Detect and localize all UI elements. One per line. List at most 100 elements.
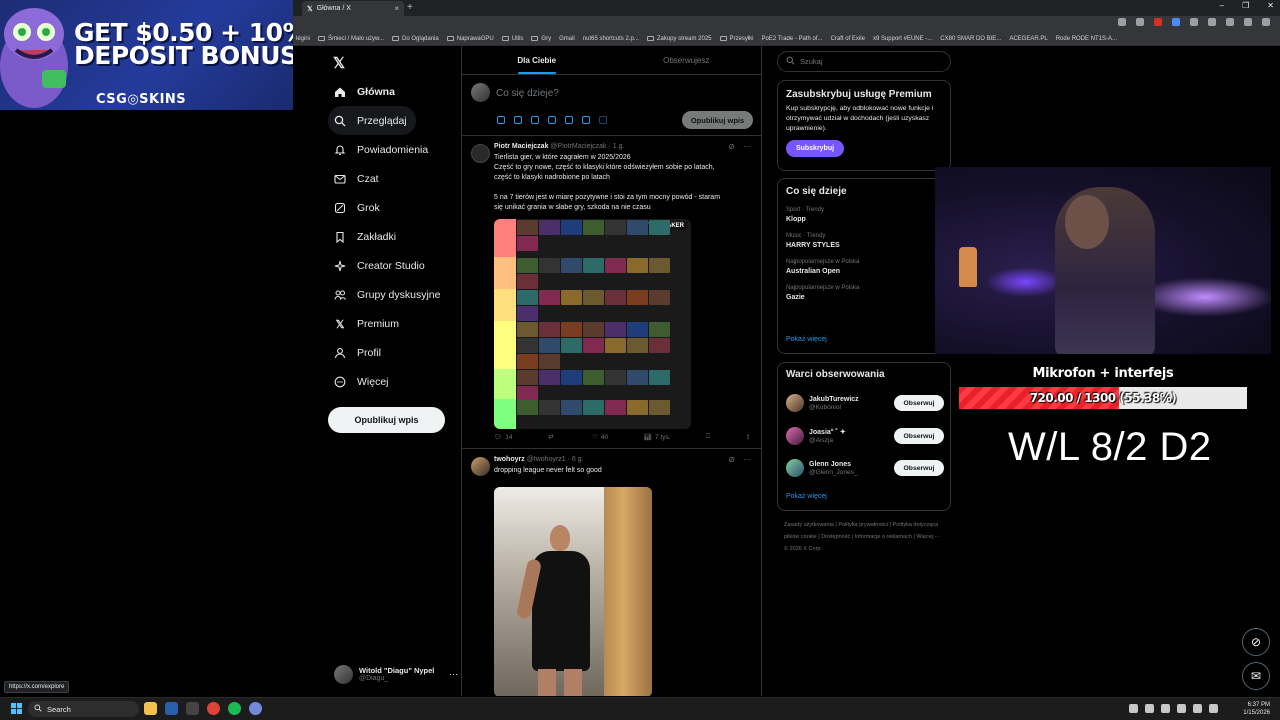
poll-icon[interactable] bbox=[548, 116, 556, 124]
tweet[interactable]: Piotr Maciejczak @PiotrMaciejczak · 1 g.… bbox=[462, 136, 761, 449]
grok-icon[interactable] bbox=[531, 116, 539, 124]
bookmark-folder[interactable]: Zakupy stream 2025 bbox=[646, 36, 712, 42]
trend-item[interactable]: Sport · Trendy Klopp bbox=[786, 207, 942, 223]
sidebar-item-premium[interactable]: 𝕏 Premium bbox=[328, 310, 468, 339]
bookmark-folder[interactable]: Utils bbox=[501, 36, 523, 42]
emoji-icon[interactable] bbox=[565, 116, 573, 124]
tweet-photo[interactable] bbox=[494, 487, 652, 696]
tweet-handle[interactable]: @PiotrMaciejczak · 1 g. bbox=[550, 143, 624, 150]
star-icon[interactable] bbox=[1136, 18, 1144, 26]
bookmark[interactable]: CX80 SMAR DO BIE... bbox=[940, 36, 1001, 42]
messages-floating-button[interactable]: ✉ bbox=[1242, 662, 1270, 690]
account-switcher[interactable]: Witold "Diagu" Nypel @Diagu_ ··· bbox=[334, 661, 458, 687]
chrome-icon[interactable] bbox=[207, 702, 220, 715]
sidebar-item-communities[interactable]: Grupy dyskusyjne bbox=[328, 281, 468, 310]
share-icon[interactable]: ⇪ bbox=[746, 433, 751, 441]
bookmark[interactable]: légini bbox=[296, 36, 310, 42]
follow-button[interactable]: Obserwuj bbox=[894, 460, 944, 476]
tweet-handle[interactable]: @twohoyrz1 · 6 g. bbox=[527, 456, 584, 463]
browser-tab[interactable]: 𝕏 Główna / X × bbox=[302, 1, 404, 16]
subscribe-button[interactable]: Subskrybuj bbox=[786, 140, 844, 157]
bookmark-folder[interactable]: Do Oglądania bbox=[392, 36, 439, 42]
sidebar-item-more[interactable]: Więcej bbox=[328, 368, 468, 397]
profile-icon[interactable] bbox=[1244, 18, 1252, 26]
tray-app-icon[interactable] bbox=[1161, 704, 1170, 713]
sidebar-item-creator-studio[interactable]: Creator Studio bbox=[328, 252, 468, 281]
location-icon[interactable] bbox=[599, 116, 607, 124]
tab-following[interactable]: Obserwujesz bbox=[612, 46, 762, 74]
avatar[interactable] bbox=[471, 144, 490, 163]
bookmark-folder[interactable]: Przesyłki bbox=[719, 36, 754, 42]
tray-app-icon[interactable] bbox=[1145, 704, 1154, 713]
x-logo[interactable]: 𝕏 bbox=[333, 54, 345, 72]
bookmark-folder[interactable]: Gry bbox=[531, 36, 551, 42]
schedule-icon[interactable] bbox=[582, 116, 590, 124]
grok-icon[interactable]: ⊘ bbox=[728, 142, 735, 151]
app-icon[interactable] bbox=[186, 702, 199, 715]
post-button[interactable]: Opublikuj wpis bbox=[328, 407, 445, 433]
bookmark[interactable]: nut65 shortcuts 2.p... bbox=[583, 36, 639, 42]
extension-red-icon[interactable] bbox=[1154, 18, 1162, 26]
views-button[interactable]: 📊︎ 7 tys. bbox=[644, 433, 671, 442]
image-icon[interactable] bbox=[497, 116, 505, 124]
file-explorer-icon[interactable] bbox=[144, 702, 157, 715]
close-window-button[interactable]: ✕ bbox=[1267, 1, 1274, 10]
follow-button[interactable]: Obserwuj bbox=[894, 428, 944, 444]
tab-close-icon[interactable]: × bbox=[394, 4, 399, 13]
new-tab-button[interactable]: + bbox=[407, 2, 413, 13]
avatar[interactable] bbox=[471, 457, 490, 476]
grok-floating-button[interactable]: ⊘ bbox=[1242, 628, 1270, 656]
trend-item[interactable]: Music · Trendy HARRY STYLES bbox=[786, 233, 942, 249]
system-clock[interactable]: 6:37 PM 1/15/2026 bbox=[1243, 701, 1270, 717]
bookmark-folder[interactable]: Śmieci / Mało używ... bbox=[318, 36, 384, 42]
shield-icon[interactable] bbox=[1172, 18, 1180, 26]
tier-list-image[interactable]: TIERMAKER bbox=[494, 219, 691, 429]
discord-icon[interactable] bbox=[249, 702, 262, 715]
bookmark[interactable]: PoE2 Trade - Path of... bbox=[762, 36, 823, 42]
trend-item[interactable]: Najpopularniejsze w Polska Gazie bbox=[786, 285, 942, 301]
bookmark[interactable]: Rode RODE NT1S-A... bbox=[1056, 36, 1117, 42]
grok-icon[interactable]: ⊘ bbox=[728, 455, 735, 464]
sidebar-item-home[interactable]: Główna bbox=[328, 77, 468, 106]
gif-icon[interactable] bbox=[514, 116, 522, 124]
chevron-up-icon[interactable] bbox=[1129, 704, 1138, 713]
follow-button[interactable]: Obserwuj bbox=[894, 395, 944, 411]
volume-icon[interactable] bbox=[1209, 704, 1218, 713]
extension-icon[interactable] bbox=[1190, 18, 1198, 26]
more-icon[interactable]: ··· bbox=[743, 455, 751, 464]
tweet-author[interactable]: twohoyrz bbox=[494, 456, 525, 463]
footer-links[interactable]: Zasady użytkowania | Polityka prywatnośc… bbox=[784, 519, 944, 555]
more-icon[interactable]: ··· bbox=[743, 142, 751, 151]
bookmark[interactable]: ACEGEAR.PL bbox=[1009, 36, 1047, 42]
show-more-trends-link[interactable]: Pokaż więcej bbox=[786, 336, 827, 343]
tray-app-icon[interactable] bbox=[1177, 704, 1186, 713]
follow-suggestion[interactable]: Joasia° ˚ ✦ @Aiszja Obserwuj bbox=[786, 424, 944, 448]
windows-start-icon[interactable] bbox=[11, 703, 22, 714]
maximize-button[interactable]: ❐ bbox=[1242, 1, 1249, 10]
tweet-author[interactable]: Piotr Maciejczak bbox=[494, 143, 548, 150]
tab-for-you[interactable]: Dla Ciebie bbox=[462, 46, 612, 74]
network-icon[interactable] bbox=[1193, 704, 1202, 713]
menu-icon[interactable] bbox=[1262, 18, 1270, 26]
ad-banner[interactable]: GET $0.50 + 10% DEPOSIT BONUS CSG◎SKINS bbox=[0, 0, 293, 110]
more-icon[interactable]: ··· bbox=[449, 669, 458, 679]
taskbar-search[interactable]: Search bbox=[28, 701, 139, 717]
trend-item[interactable]: Najpopularniejsze w Polska Australian Op… bbox=[786, 259, 942, 275]
bookmark[interactable]: x9 Support #EUNE -... bbox=[873, 36, 932, 42]
repost-button[interactable]: ⇄ bbox=[548, 433, 556, 441]
spotify-icon[interactable] bbox=[228, 702, 241, 715]
tweet[interactable]: twohoyrz @twohoyrz1 · 6 g. ⊘ ··· droppin… bbox=[462, 449, 761, 696]
follow-suggestion[interactable]: JakubTurewicz @Kuboniol Obserwuj bbox=[786, 391, 944, 415]
follow-suggestion[interactable]: Glenn Jones @Glenn_Jones_ Obserwuj bbox=[786, 456, 944, 480]
compose-input[interactable]: Co się dzieje? bbox=[496, 88, 559, 99]
bookmark-folder[interactable]: NaprawaGPU bbox=[446, 36, 494, 42]
download-icon[interactable] bbox=[1226, 18, 1234, 26]
sidebar-item-explore[interactable]: Przeglądaj bbox=[328, 106, 416, 136]
reply-button[interactable]: 💬︎ 14 bbox=[494, 433, 513, 442]
show-more-follow-link[interactable]: Pokaż więcej bbox=[786, 493, 827, 500]
sidebar-item-grok[interactable]: Grok bbox=[328, 193, 468, 222]
puzzle-icon[interactable] bbox=[1208, 18, 1216, 26]
app-icon[interactable] bbox=[165, 702, 178, 715]
bookmark[interactable]: Gmail bbox=[559, 36, 575, 42]
sidebar-item-bookmarks[interactable]: Zakładki bbox=[328, 222, 468, 251]
